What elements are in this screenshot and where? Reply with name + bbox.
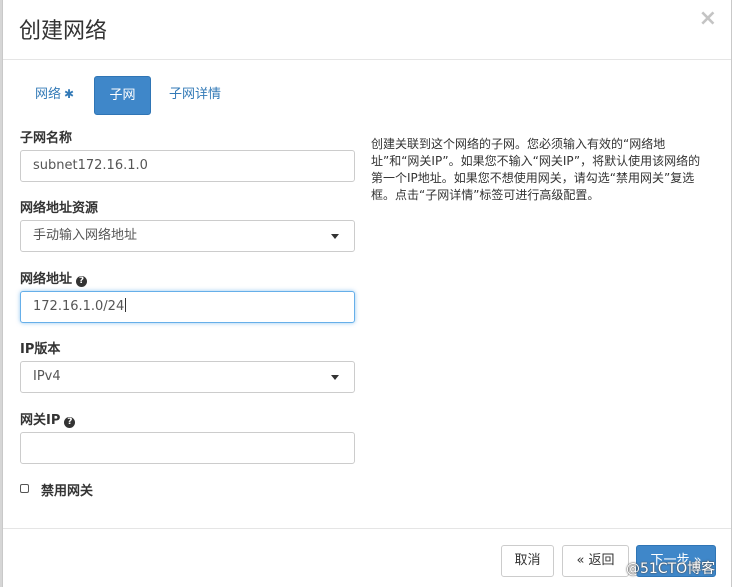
gateway-ip-label-row: 网关IP? [20, 409, 76, 428]
disable-gateway-label[interactable]: 禁用网关 [41, 480, 93, 499]
back-button[interactable]: « 返回 [562, 545, 629, 577]
ip-version-value: IPv4 [33, 369, 61, 384]
tab-subnet-detail-label: 子网详情 [169, 87, 222, 102]
caret-down-icon [331, 375, 339, 380]
question-icon[interactable]: ? [64, 417, 76, 428]
address-source-value: 手动输入网络地址 [33, 228, 138, 243]
address-source-select[interactable]: 手动输入网络地址 [20, 220, 355, 252]
question-icon[interactable]: ? [76, 276, 88, 287]
dialog-title: 创建网络 [19, 19, 108, 44]
caret-down-icon [331, 234, 339, 239]
subnet-name-value: subnet172.16.1.0 [33, 158, 148, 173]
network-address-input[interactable]: 172.16.1.0/24 [20, 291, 355, 323]
network-address-value: 172.16.1.0/24 [33, 299, 125, 314]
subnet-name-label: 子网名称 [20, 131, 73, 146]
dialog-header: 创建网络 × [3, 0, 731, 60]
tab-subnet-label: 子网 [109, 88, 136, 103]
subnet-name-input[interactable]: subnet172.16.1.0 [20, 150, 355, 182]
gateway-ip-label: 网关IP [20, 413, 61, 428]
network-address-label: 网络地址 [20, 272, 73, 287]
network-address-label-row: 网络地址? [20, 268, 88, 287]
watermark: @51CTO博客 [626, 561, 716, 577]
text-cursor [125, 298, 127, 312]
help-description: 创建关联到这个网络的子网。您必须输入有效的“网络地址”和“网关IP”。如果您不输… [371, 137, 701, 202]
address-source-label: 网络地址资源 [20, 201, 99, 216]
cancel-button[interactable]: 取消 [501, 545, 554, 577]
backdrop-fragment [0, 30, 1, 44]
close-icon[interactable]: × [699, 8, 717, 30]
ip-version-label: IP版本 [20, 342, 61, 357]
ip-version-select[interactable]: IPv4 [20, 361, 355, 393]
gateway-ip-input[interactable] [20, 432, 355, 464]
tab-network[interactable]: 网络 ✱ [35, 76, 74, 115]
required-icon: ✱ [64, 87, 75, 101]
create-network-dialog: 创建网络 × 网络 ✱ 子网 子网详情 子网名称 subnet172.16.1.0… [2, 0, 732, 587]
tab-network-label: 网络 [35, 87, 62, 102]
tab-subnet[interactable]: 子网 [94, 76, 151, 115]
tab-subnet-detail[interactable]: 子网详情 [169, 76, 221, 115]
disable-gateway-checkbox[interactable] [20, 484, 29, 493]
